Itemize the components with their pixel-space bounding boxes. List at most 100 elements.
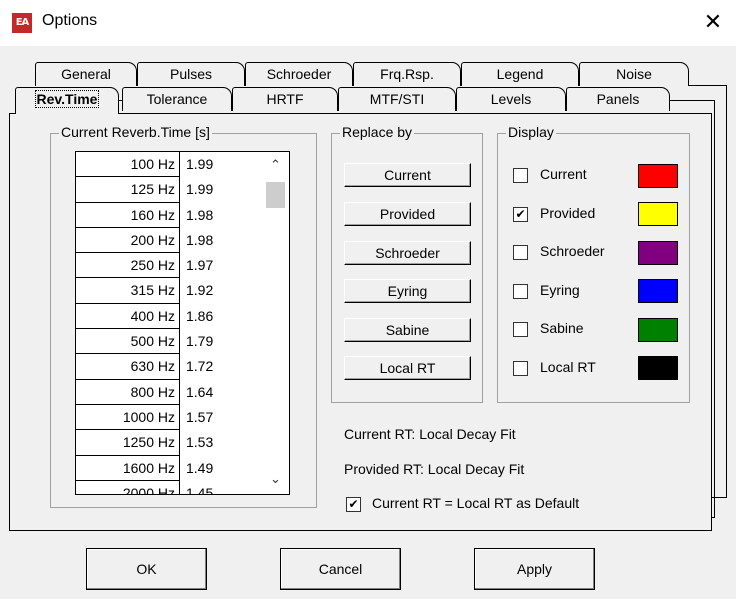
list-item[interactable]: 1000 Hz 1.57 [76,404,289,431]
display-schroeder-checkbox[interactable] [513,245,528,260]
color-swatch[interactable] [638,356,678,380]
list-item[interactable]: 800 Hz 1.64 [76,379,289,405]
list-item[interactable]: 200 Hz 1.98 [76,227,289,254]
list-item[interactable]: 100 Hz 1.99 [76,152,289,178]
tab-label: Pulses [169,66,213,82]
tab-mtf-sti[interactable]: MTF/STI [338,87,456,111]
list-item[interactable]: 315 Hz 1.92 [76,278,289,304]
freq-cell: 400 Hz [76,303,180,330]
display-eyring-label: Eyring [540,282,580,298]
color-swatch[interactable] [638,241,678,265]
freq-cell: 160 Hz [76,202,180,228]
display-local-rt-checkbox[interactable] [513,361,528,376]
tab-label: MTF/STI [369,91,425,107]
color-swatch[interactable] [638,202,678,226]
display-provided-checkbox[interactable]: ✔ [513,207,528,222]
color-swatch[interactable] [638,318,678,342]
replace-local-rt-button[interactable]: Local RT [344,356,471,380]
replace-schroeder-button[interactable]: Schroeder [344,241,471,265]
window-title: Options [42,12,98,29]
tab-noise[interactable]: Noise [579,62,689,86]
value-cell: 1.99 [186,156,214,172]
tab-panels[interactable]: Panels [566,87,670,111]
value-cell: 1.98 [186,206,214,223]
tab-hrtf[interactable]: HRTF [232,87,338,111]
tab-label: Panels [596,91,640,107]
display-sabine-label: Sabine [540,320,584,336]
display-current-checkbox[interactable] [513,168,528,183]
display-local-rt-label: Local RT [540,359,596,375]
value-cell: 1.72 [186,358,214,375]
list-scrollbar[interactable]: ⌃ ⌄ [262,152,289,494]
freq-cell: 1000 Hz [76,404,180,431]
list-item[interactable]: 160 Hz 1.98 [76,202,289,228]
freq-cell: 1250 Hz [76,430,180,456]
color-swatch[interactable] [638,164,678,188]
replace-current-button[interactable]: Current [344,163,471,187]
tab-rev-time[interactable]: Rev.Time [15,87,119,114]
tab-label: Legend [496,66,544,82]
color-swatch[interactable] [638,279,678,303]
default-local-rt-label: Current RT = Local RT as Default [372,495,580,511]
value-cell: 1.64 [186,383,214,400]
tab-schroeder[interactable]: Schroeder [245,62,353,86]
freq-cell: 1600 Hz [76,455,180,481]
replace-provided-button[interactable]: Provided [344,202,471,226]
tab-legend[interactable]: Legend [461,62,579,86]
value-cell: 1.49 [186,459,214,476]
ok-button[interactable]: OK [86,548,207,590]
freq-cell: 800 Hz [76,379,180,405]
tab-frq-rsp[interactable]: Frq.Rsp. [353,62,461,86]
list-item[interactable]: 1600 Hz 1.49 [76,455,289,481]
tab-label: Schroeder [266,66,332,82]
default-local-rt-checkbox[interactable]: ✔ [346,497,361,512]
list-item[interactable]: 2000 Hz 1.45 [76,480,289,495]
tab-levels[interactable]: Levels [456,87,566,111]
list-item[interactable]: 630 Hz 1.72 [76,354,289,380]
tab-label: Tolerance [146,91,208,107]
reverb-list[interactable]: 100 Hz 1.99 125 Hz 1.99 160 Hz 1.98 200 Hz 1… [75,151,290,495]
apply-button[interactable]: Apply [474,548,595,590]
close-button[interactable]: ✕ [690,0,736,46]
tab-label: HRTF [266,91,304,107]
provided-rt-info: Provided RT: Local Decay Fit [344,461,525,477]
tab-label: Frq.Rsp. [380,66,434,82]
freq-cell: 500 Hz [76,329,180,355]
list-item[interactable]: 500 Hz 1.79 [76,329,289,355]
value-cell: 1.53 [186,434,214,451]
freq-cell: 250 Hz [76,253,180,279]
list-item[interactable]: 400 Hz 1.86 [76,303,289,330]
scroll-down-icon[interactable]: ⌄ [262,470,289,490]
value-cell: 1.99 [186,181,214,198]
replace-sabine-button[interactable]: Sabine [344,318,471,342]
display-eyring-checkbox[interactable] [513,284,528,299]
value-cell: 1.92 [186,282,214,299]
scroll-thumb[interactable] [266,182,285,208]
freq-cell: 630 Hz [76,354,180,380]
list-item[interactable]: 250 Hz 1.97 [76,253,289,279]
display-current-label: Current [540,166,587,182]
scroll-up-icon[interactable]: ⌃ [262,156,289,176]
tab-label: General [61,66,111,82]
display-provided-label: Provided [540,205,596,221]
display-schroeder-label: Schroeder [540,243,605,259]
tab-pulses[interactable]: Pulses [137,62,245,86]
tab-general[interactable]: General [35,62,137,86]
display-sabine-checkbox[interactable] [513,322,528,337]
value-cell: 1.98 [186,231,214,248]
tab-label: Levels [490,91,532,107]
tab-tolerance[interactable]: Tolerance [122,87,232,111]
replace-eyring-button[interactable]: Eyring [344,279,471,303]
title-bar: EA Options ✕ [0,0,736,46]
value-cell: 1.86 [186,307,214,324]
freq-cell: 125 Hz [76,177,180,203]
list-item[interactable]: 1250 Hz 1.53 [76,430,289,456]
tab-label: Noise [616,66,652,82]
value-cell: 1.57 [186,408,214,425]
app-icon: EA [12,13,32,33]
cancel-button[interactable]: Cancel [280,548,401,590]
value-cell: 1.45 [186,484,214,495]
freq-cell: 100 Hz [76,152,180,178]
list-item[interactable]: 125 Hz 1.99 [76,177,289,203]
current-rt-info: Current RT: Local Decay Fit [344,426,516,442]
